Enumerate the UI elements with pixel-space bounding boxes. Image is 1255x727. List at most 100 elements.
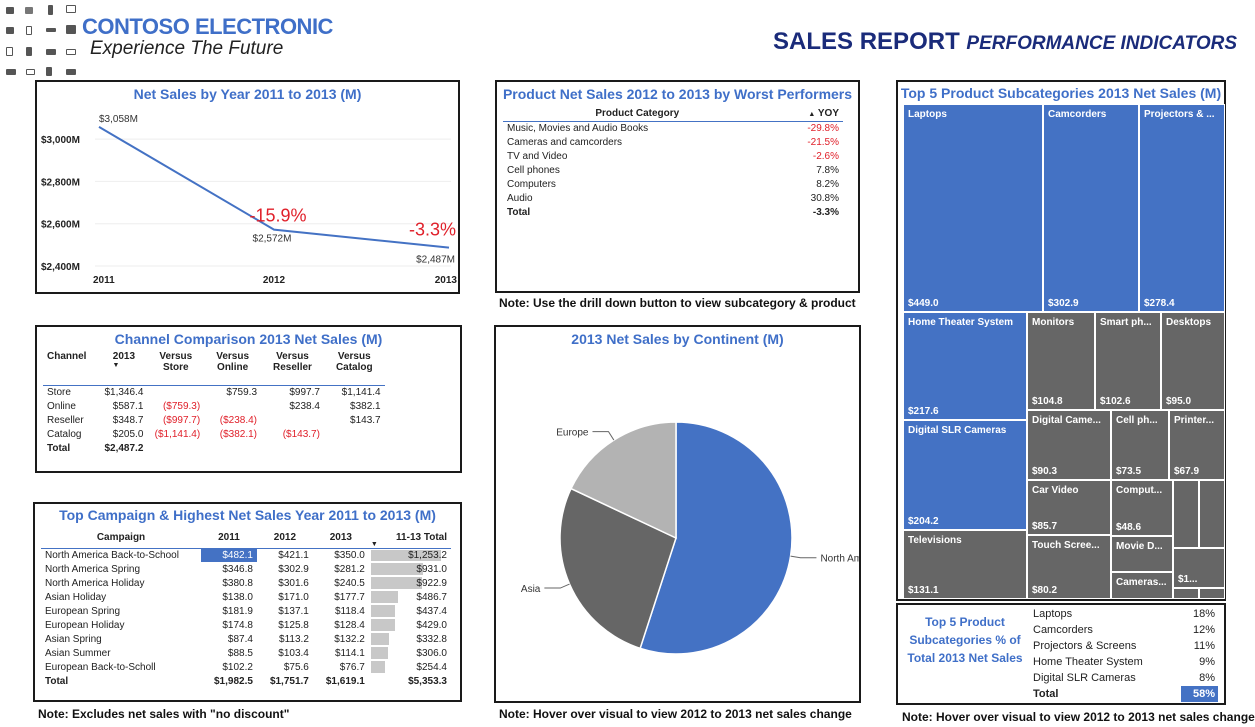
treemap-cell[interactable]: Monitors $104.8 — [1027, 312, 1095, 410]
column-header[interactable]: Campaign — [41, 528, 201, 548]
slice-label: Asia — [521, 584, 541, 595]
y-tick-label: $2,400M — [41, 262, 80, 273]
treemap: Laptops $449.0 Camcorders $302.9 Projectors … — [903, 104, 1225, 599]
treemap-cell[interactable]: Cameras... — [1111, 572, 1173, 599]
treemap-cell — [1173, 480, 1199, 548]
treemap-cell[interactable]: Smart ph... $102.6 — [1095, 312, 1161, 410]
subcategory-pct: 12% — [1192, 624, 1215, 636]
treemap-cell[interactable]: Home Theater System $217.6 — [903, 312, 1027, 420]
column-header[interactable]: Versus Reseller — [261, 351, 324, 385]
phone-icon — [48, 5, 53, 15]
column-header[interactable]: ▼ 11-13 Total — [369, 528, 451, 548]
yoy-label: YOY — [817, 108, 839, 119]
table-row: Home Theater System 9% — [1030, 654, 1218, 670]
treemap-cell[interactable]: Digital SLR Cameras $204.2 — [903, 420, 1027, 530]
table-cell: $143.7 — [350, 414, 381, 426]
column-header[interactable]: Versus Store — [147, 351, 204, 385]
subcategory-pct: 9% — [1199, 656, 1215, 668]
change-label: -3.3% — [409, 220, 456, 240]
table-cell: $1,982.5 — [214, 675, 253, 687]
category-cell: TV and Video — [507, 151, 568, 162]
treemap-cell[interactable]: Projectors & ... $278.4 — [1139, 104, 1225, 312]
table-row: Online $587.1 ($759.3) $238.4 $382.1 — [43, 399, 385, 413]
table-cell: $205.0 — [112, 428, 144, 440]
table-cell: European Spring — [45, 605, 121, 617]
treemap-cell[interactable]: Camcorders $302.9 — [1043, 104, 1139, 312]
yoy-cell: 30.8% — [810, 193, 839, 204]
hover-note-treemap: Note: Hover over visual to view 2012 to … — [902, 710, 1255, 724]
treemap-cell[interactable]: Desktops $95.0 — [1161, 312, 1225, 410]
column-header[interactable]: Channel — [43, 351, 100, 385]
table-cell: $76.7 — [339, 661, 365, 673]
column-header[interactable]: 2012 — [257, 528, 313, 548]
cell-text: $332.8 — [416, 633, 447, 645]
treemap-cell[interactable]: Cell ph... $73.5 — [1111, 410, 1169, 480]
column-header[interactable]: 2013 — [313, 528, 369, 548]
treemap-cell[interactable]: Laptops $449.0 — [903, 104, 1043, 312]
treemap-cell-value: $48.6 — [1116, 522, 1142, 533]
column-header-category[interactable]: Product Category — [503, 106, 772, 122]
table-row: Catalog $205.0 ($1,141.4) ($382.1) ($143.7) — [43, 427, 385, 441]
header-line: Versus — [216, 351, 250, 362]
treemap-cell-value: $131.1 — [908, 585, 939, 596]
table-row: European Holiday $174.8 $125.8 $128.4 $429.0 — [41, 618, 451, 632]
treemap-cell[interactable]: $1... — [1173, 548, 1225, 588]
treemap-cell[interactable]: Digital Came... $90.3 — [1027, 410, 1111, 480]
header-line: Versus — [159, 351, 193, 362]
table-row: European Spring $181.9 $137.1 $118.4 $437.4 — [41, 604, 451, 618]
treemap-cell[interactable]: Comput... $48.6 — [1111, 480, 1173, 536]
subcategory-treemap-panel[interactable]: Top 5 Product Subcategories 2013 Net Sal… — [896, 80, 1226, 601]
treemap-cell-value: $302.9 — [1048, 298, 1079, 309]
table-cell: ($997.7) — [162, 414, 201, 426]
chart-title: Product Net Sales 2012 to 2013 by Worst … — [502, 86, 853, 102]
laptop-icon — [66, 49, 76, 55]
continent-pie-panel[interactable]: 2013 Net Sales by Continent (M) North Am… — [494, 325, 861, 703]
column-header[interactable]: Versus Online — [204, 351, 261, 385]
column-header[interactable]: 2013 ▼ — [100, 351, 147, 385]
column-header[interactable]: Versus Catalog — [324, 351, 385, 385]
table-cell: $348.7 — [112, 414, 144, 426]
table-cell: $88.5 — [227, 647, 253, 659]
column-header-yoy[interactable]: ▲ YOY — [772, 106, 843, 122]
treemap-cell-label: Desktops — [1166, 317, 1212, 328]
yoy-cell: 7.8% — [816, 165, 839, 176]
table-cell: $103.4 — [278, 647, 309, 659]
treemap-cell-label: Printer... — [1174, 415, 1215, 426]
total-pct: 58% — [1181, 686, 1218, 702]
worst-performers-table-panel[interactable]: Product Net Sales 2012 to 2013 by Worst … — [495, 80, 860, 293]
line-chart-svg: $3,000M $2,800M $2,600M $2,400M 2011 2012 2013… — [41, 114, 457, 286]
table-cell: $437.4 — [369, 604, 451, 618]
cell-text: $1,253.2 — [408, 549, 447, 561]
total-row: Total -3.3% — [503, 206, 843, 220]
leader-line — [544, 583, 570, 589]
channel-comparison-panel[interactable]: Channel Comparison 2013 Net Sales (M) Ch… — [35, 325, 462, 473]
header-text: 11-13 Total — [396, 532, 447, 544]
treemap-cell-label: Monitors — [1032, 317, 1075, 328]
treemap-cell[interactable]: Touch Scree... $80.2 — [1027, 535, 1111, 599]
net-sales-line-chart[interactable]: Net Sales by Year 2011 to 2013 (M) $3,00… — [35, 80, 460, 294]
table-cell: ($1,141.4) — [154, 428, 201, 440]
data-label: $3,058M — [99, 114, 138, 125]
table-cell: $429.0 — [369, 618, 451, 632]
total-bar — [370, 605, 396, 617]
total-label: Total — [507, 207, 531, 218]
top5-percent-label: Top 5 Product Subcategories % of Total 2… — [907, 615, 1023, 665]
table-cell: North America Spring — [45, 563, 141, 575]
subcategory-pct: 18% — [1192, 608, 1215, 620]
table-cell: $1,253.2 — [369, 548, 451, 562]
top5-percent-panel[interactable]: Top 5 Product Subcategories % of Total 2… — [896, 603, 1226, 705]
treemap-cell-label: Camcorders — [1048, 109, 1107, 120]
treemap-cell[interactable]: Movie D... — [1111, 536, 1173, 572]
treemap-cell-label: Projectors & ... — [1144, 109, 1215, 120]
desktop-icon — [66, 25, 76, 34]
treemap-cell-label: Comput... — [1116, 485, 1163, 496]
treemap-cell-label: Home Theater System — [908, 317, 1014, 328]
treemap-cell[interactable]: Car Video $85.7 — [1027, 480, 1111, 535]
table-cell — [204, 399, 261, 413]
header-text: 2012 — [273, 532, 297, 544]
treemap-cell[interactable]: Printer... $67.9 — [1169, 410, 1225, 480]
cell-text: $254.4 — [416, 661, 447, 673]
column-header[interactable]: 2011 — [201, 528, 257, 548]
treemap-cell[interactable]: Televisions $131.1 — [903, 530, 1027, 599]
campaign-table-panel[interactable]: Top Campaign & Highest Net Sales Year 20… — [33, 502, 462, 702]
